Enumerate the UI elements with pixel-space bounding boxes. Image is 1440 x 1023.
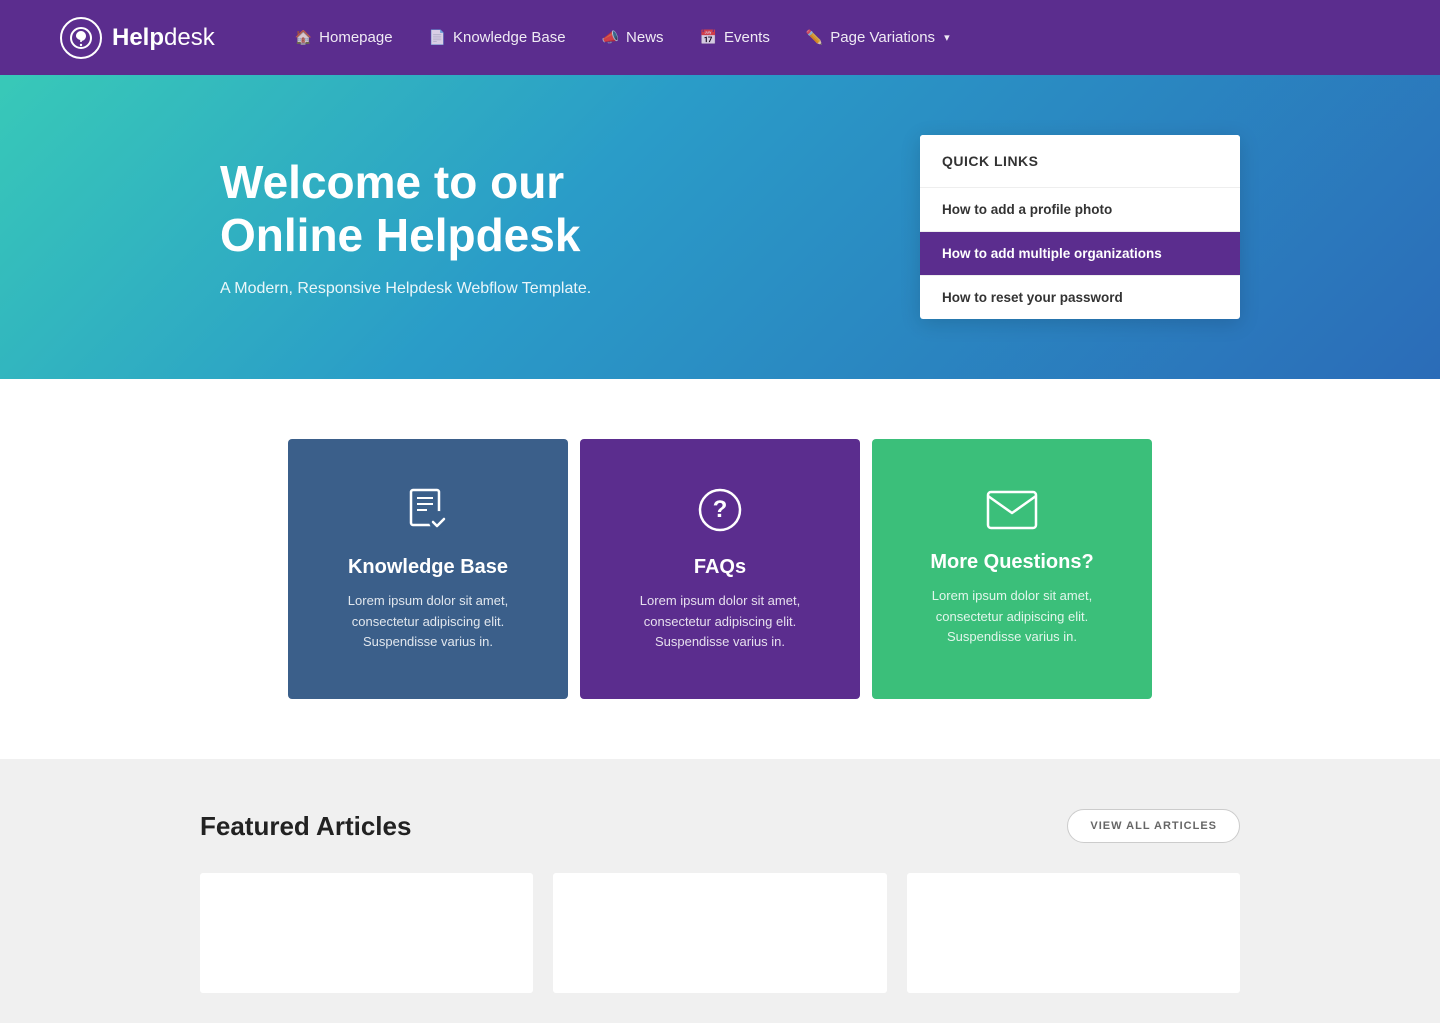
hero-subtitle: A Modern, Responsive Helpdesk Webflow Te… bbox=[220, 280, 860, 298]
chevron-down-icon: ▾ bbox=[944, 31, 950, 44]
article-card-0[interactable] bbox=[200, 873, 533, 993]
cards-section: Knowledge Base Lorem ipsum dolor sit ame… bbox=[0, 379, 1440, 759]
card-contact-title: More Questions? bbox=[930, 551, 1093, 574]
nav-events[interactable]: 📅 Events bbox=[700, 29, 770, 46]
card-contact-desc: Lorem ipsum dolor sit amet, consectetur … bbox=[902, 586, 1122, 648]
book-icon: 📄 bbox=[429, 29, 446, 46]
hero-content: Welcome to our Online Helpdesk A Modern,… bbox=[220, 156, 860, 298]
featured-section: Featured Articles VIEW ALL ARTICLES bbox=[0, 759, 1440, 1023]
mail-icon-wrap bbox=[986, 490, 1038, 535]
card-knowledge-base[interactable]: Knowledge Base Lorem ipsum dolor sit ame… bbox=[288, 439, 568, 699]
hero-section: Welcome to our Online Helpdesk A Modern,… bbox=[0, 75, 1440, 379]
card-faq-desc: Lorem ipsum dolor sit amet, consectetur … bbox=[610, 591, 830, 653]
logo-icon bbox=[60, 17, 102, 59]
home-icon: 🏠 bbox=[295, 29, 312, 46]
card-more-questions[interactable]: More Questions? Lorem ipsum dolor sit am… bbox=[872, 439, 1152, 699]
main-nav: 🏠 Homepage 📄 Knowledge Base 📣 News 📅 Eve… bbox=[295, 29, 950, 46]
kb-icon-wrap bbox=[403, 485, 453, 540]
quick-link-item-1[interactable]: How to add multiple organizations bbox=[920, 232, 1240, 276]
quick-links-card: QUICK LINKS How to add a profile photo H… bbox=[920, 135, 1240, 319]
quick-link-item-0[interactable]: How to add a profile photo bbox=[920, 188, 1240, 232]
article-card-2[interactable] bbox=[907, 873, 1240, 993]
site-header: Helpdesk 🏠 Homepage 📄 Knowledge Base 📣 N… bbox=[0, 0, 1440, 75]
quick-link-item-2[interactable]: How to reset your password bbox=[920, 276, 1240, 319]
featured-header: Featured Articles VIEW ALL ARTICLES bbox=[200, 809, 1240, 843]
card-faqs[interactable]: ? FAQs Lorem ipsum dolor sit amet, conse… bbox=[580, 439, 860, 699]
calendar-icon: 📅 bbox=[700, 29, 717, 46]
featured-title: Featured Articles bbox=[200, 811, 411, 842]
nav-knowledge-base[interactable]: 📄 Knowledge Base bbox=[429, 29, 566, 46]
faq-icon-wrap: ? bbox=[695, 485, 745, 540]
article-card-1[interactable] bbox=[553, 873, 886, 993]
articles-row bbox=[200, 873, 1240, 993]
svg-text:?: ? bbox=[713, 496, 728, 523]
quick-links-header: QUICK LINKS bbox=[920, 135, 1240, 188]
logo[interactable]: Helpdesk bbox=[60, 17, 215, 59]
news-icon: 📣 bbox=[602, 29, 619, 46]
view-all-articles-button[interactable]: VIEW ALL ARTICLES bbox=[1067, 809, 1240, 843]
nav-homepage[interactable]: 🏠 Homepage bbox=[295, 29, 393, 46]
card-kb-title: Knowledge Base bbox=[348, 556, 508, 579]
logo-text: Helpdesk bbox=[112, 24, 215, 52]
pen-icon: ✏️ bbox=[806, 29, 823, 46]
card-kb-desc: Lorem ipsum dolor sit amet, consectetur … bbox=[318, 591, 538, 653]
card-faq-title: FAQs bbox=[694, 556, 746, 579]
hero-title: Welcome to our Online Helpdesk bbox=[220, 156, 860, 262]
nav-news[interactable]: 📣 News bbox=[602, 29, 664, 46]
nav-page-variations[interactable]: ✏️ Page Variations ▾ bbox=[806, 29, 950, 46]
